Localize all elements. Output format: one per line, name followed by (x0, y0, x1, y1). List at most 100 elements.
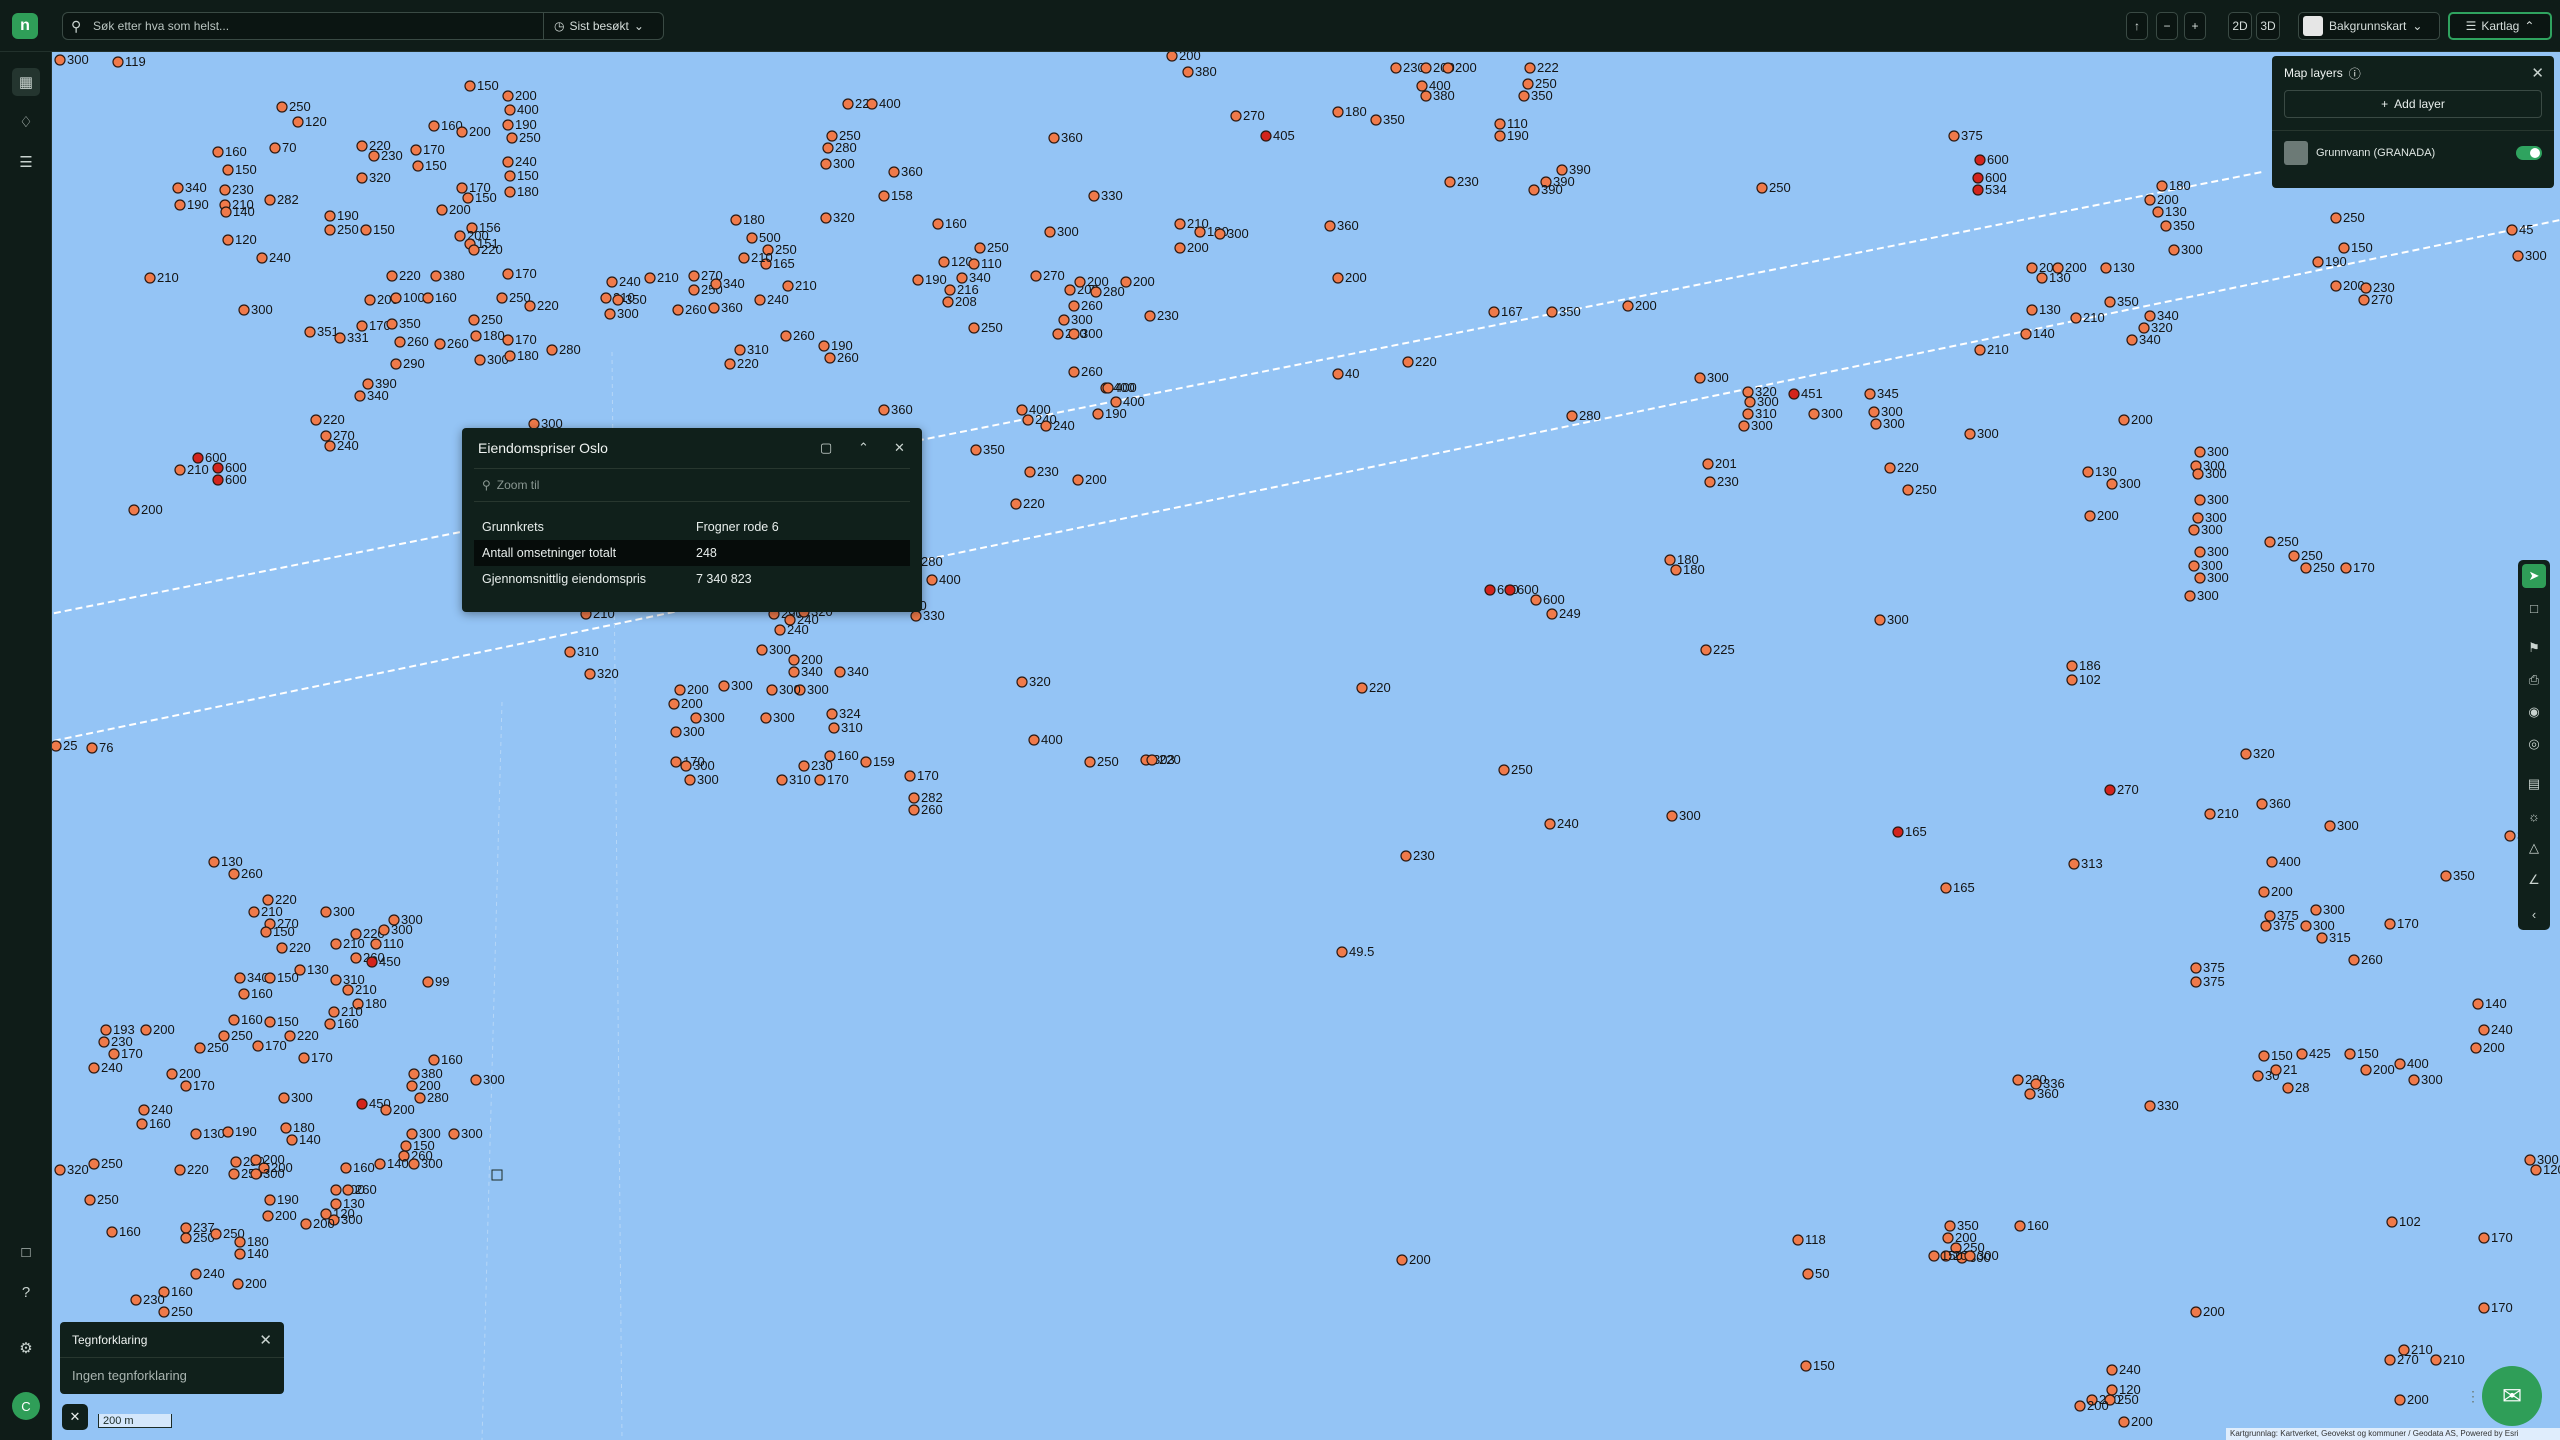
price-marker[interactable] (2106, 1364, 2118, 1376)
sidebar-tags-button[interactable]: ♢ (12, 108, 40, 136)
price-marker[interactable] (2430, 1354, 2442, 1366)
price-marker[interactable] (2126, 334, 2138, 346)
price-marker[interactable] (212, 146, 224, 158)
price-marker[interactable] (1868, 406, 1880, 418)
price-marker[interactable] (1704, 476, 1716, 488)
price-marker[interactable] (54, 1164, 66, 1176)
price-marker[interactable] (1146, 754, 1158, 766)
price-marker[interactable] (286, 1134, 298, 1146)
price-marker[interactable] (1546, 608, 1558, 620)
price-marker[interactable] (228, 1014, 240, 1026)
price-marker[interactable] (1800, 1360, 1812, 1372)
price-marker[interactable] (1370, 114, 1382, 126)
price-marker[interactable] (2194, 494, 2206, 506)
price-marker[interactable] (1084, 756, 1096, 768)
price-marker[interactable] (2014, 1220, 2026, 1232)
price-marker[interactable] (2358, 294, 2370, 306)
price-marker[interactable] (1072, 474, 1084, 486)
layer-item[interactable]: Grunnvann (GRANADA) (2272, 130, 2554, 174)
price-marker[interactable] (1494, 130, 1506, 142)
price-marker[interactable] (374, 1158, 386, 1170)
price-marker[interactable] (456, 182, 468, 194)
price-marker[interactable] (1174, 242, 1186, 254)
price-marker[interactable] (1030, 270, 1042, 282)
price-marker[interactable] (380, 1104, 392, 1116)
price-marker[interactable] (1972, 184, 1984, 196)
price-marker[interactable] (2394, 1394, 2406, 1406)
price-marker[interactable] (144, 272, 156, 284)
price-marker[interactable] (932, 218, 944, 230)
price-marker[interactable] (474, 354, 486, 366)
price-marker[interactable] (334, 332, 346, 344)
price-marker[interactable] (210, 1228, 222, 1240)
mode-2d-button[interactable]: 2D (2228, 12, 2252, 40)
price-marker[interactable] (2506, 224, 2518, 236)
price-marker[interactable] (138, 1104, 150, 1116)
price-marker[interactable] (1390, 62, 1402, 74)
price-marker[interactable] (2348, 954, 2360, 966)
price-marker[interactable] (1974, 154, 1986, 166)
price-marker[interactable] (264, 194, 276, 206)
price-marker[interactable] (1942, 1232, 1954, 1244)
price-marker[interactable] (908, 792, 920, 804)
price-marker[interactable] (228, 1168, 240, 1180)
price-marker[interactable] (524, 300, 536, 312)
price-marker[interactable] (1332, 106, 1344, 118)
price-marker[interactable] (180, 1232, 192, 1244)
price-marker[interactable] (1402, 356, 1414, 368)
bookmark-button[interactable]: ⚑ (2522, 636, 2546, 660)
price-marker[interactable] (600, 292, 612, 304)
price-marker[interactable] (818, 340, 830, 352)
price-marker[interactable] (2338, 242, 2350, 254)
price-marker[interactable] (2504, 830, 2516, 842)
price-marker[interactable] (194, 1042, 206, 1054)
price-marker[interactable] (250, 1168, 262, 1180)
price-marker[interactable] (2240, 748, 2252, 760)
price-marker[interactable] (668, 698, 680, 710)
price-marker[interactable] (738, 252, 750, 264)
price-marker[interactable] (2074, 1400, 2086, 1412)
price-marker[interactable] (324, 210, 336, 222)
price-marker[interactable] (1504, 584, 1516, 596)
price-marker[interactable] (260, 926, 272, 938)
price-marker[interactable] (938, 256, 950, 268)
price-marker[interactable] (546, 344, 558, 356)
price-marker[interactable] (436, 204, 448, 216)
price-marker[interactable] (1230, 110, 1242, 122)
price-marker[interactable] (294, 964, 306, 976)
price-marker[interactable] (222, 1126, 234, 1138)
price-marker[interactable] (1944, 1220, 1956, 1232)
price-marker[interactable] (502, 119, 514, 131)
price-marker[interactable] (342, 984, 354, 996)
price-marker[interactable] (212, 474, 224, 486)
price-marker[interactable] (1420, 90, 1432, 102)
search-input[interactable] (93, 19, 533, 33)
price-marker[interactable] (904, 770, 916, 782)
price-marker[interactable] (730, 214, 742, 226)
price-marker[interactable] (228, 868, 240, 880)
sidebar-help-button[interactable]: ? (12, 1278, 40, 1306)
recent-dropdown[interactable]: ◷ Sist besøkt ⌄ (544, 12, 664, 40)
price-marker[interactable] (2188, 524, 2200, 536)
price-marker[interactable] (2256, 798, 2268, 810)
price-marker[interactable] (708, 302, 720, 314)
price-marker[interactable] (180, 1080, 192, 1092)
price-marker[interactable] (1068, 328, 1080, 340)
price-marker[interactable] (1068, 366, 1080, 378)
price-marker[interactable] (1420, 62, 1432, 74)
price-marker[interactable] (190, 1128, 202, 1140)
price-marker[interactable] (342, 1184, 354, 1196)
price-marker[interactable] (2340, 562, 2352, 574)
price-marker[interactable] (1738, 420, 1750, 432)
price-marker[interactable] (968, 258, 980, 270)
price-marker[interactable] (2144, 1100, 2156, 1112)
price-marker[interactable] (724, 358, 736, 370)
price-marker[interactable] (506, 132, 518, 144)
price-marker[interactable] (298, 1052, 310, 1064)
price-marker[interactable] (2100, 262, 2112, 274)
price-marker[interactable] (320, 430, 332, 442)
price-marker[interactable] (788, 666, 800, 678)
price-marker[interactable] (2118, 1416, 2130, 1428)
price-marker[interactable] (406, 1080, 418, 1092)
price-marker[interactable] (502, 156, 514, 168)
